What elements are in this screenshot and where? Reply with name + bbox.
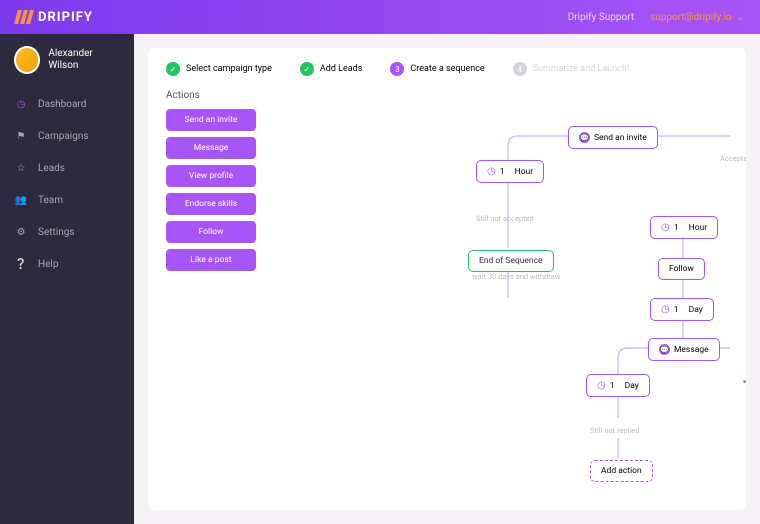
sequence-canvas: 💬Send an invite ◷1 Hour Accepted ◷1 Hour… xyxy=(328,108,730,510)
people-icon: 👥 xyxy=(14,193,28,207)
clock-icon: ◷ xyxy=(597,380,606,391)
node-delay-1-hour-left[interactable]: ◷ 1 Hour xyxy=(476,160,544,183)
delay-unit: Day xyxy=(625,381,639,391)
chat-icon: 💬 xyxy=(659,344,670,355)
node-follow[interactable]: Follow xyxy=(658,258,705,280)
sidebar-item-dashboard[interactable]: ◷ Dashboard xyxy=(0,88,134,120)
sidebar-item-label: Team xyxy=(38,195,63,206)
sidebar-item-label: Dashboard xyxy=(38,99,86,110)
support-email-text: support@dripify.io xyxy=(650,12,731,23)
star-icon: ☆ xyxy=(14,161,28,175)
node-end-of-sequence[interactable]: End of Sequence xyxy=(468,250,554,272)
support-link[interactable]: Dripify Support xyxy=(568,12,634,23)
branch-user-replied-label: ✔User Replied xyxy=(742,376,746,387)
chevron-down-icon: ⌄ xyxy=(736,12,744,23)
step-label: Select campaign type xyxy=(186,64,272,74)
flag-icon: ⚑ xyxy=(14,129,28,143)
delay-unit: Day xyxy=(689,305,703,315)
delay-unit: Hour xyxy=(515,167,533,177)
sidebar-item-help[interactable]: ❔ Help xyxy=(0,248,134,280)
node-label: Add action xyxy=(601,466,642,476)
node-add-action[interactable]: Add action xyxy=(590,460,653,482)
stepper: ✓ Select campaign type ✓ Add Leads 3 Create… xyxy=(166,62,728,76)
end-subtext: wait 30 days and withdraw xyxy=(472,272,560,281)
sidebar-item-leads[interactable]: ☆ Leads xyxy=(0,152,134,184)
action-message[interactable]: Message xyxy=(166,137,256,159)
action-endorse-skills[interactable]: Endorse skills xyxy=(166,193,256,215)
branch-not-accepted-label: Still not accepted xyxy=(476,214,534,223)
clock-icon: ◷ xyxy=(661,304,670,315)
sidebar: Alexander Wilson ◷ Dashboard ⚑ Campaigns ☆… xyxy=(0,34,134,524)
sidebar-item-team[interactable]: 👥 Team xyxy=(0,184,134,216)
logo-icon xyxy=(16,10,32,24)
step-4[interactable]: 4 Summarize and Launch! xyxy=(513,62,629,76)
topbar: DRIPIFY Dripify Support support@dripify.… xyxy=(0,0,760,34)
delay-value: 1 xyxy=(610,381,615,391)
branch-not-replied-label: Still not replied xyxy=(590,426,640,435)
sidebar-item-label: Help xyxy=(38,259,58,270)
actions-palette: Send an invite Message View profile Endo… xyxy=(166,109,256,271)
node-delay-1-day[interactable]: ◷ 1 Day xyxy=(650,298,714,321)
step-label: Add Leads xyxy=(320,64,363,74)
node-label: Message xyxy=(674,345,709,355)
node-label: Follow xyxy=(669,264,694,274)
check-icon: ✓ xyxy=(166,62,180,76)
sidebar-item-campaigns[interactable]: ⚑ Campaigns xyxy=(0,120,134,152)
step-2[interactable]: ✓ Add Leads xyxy=(300,62,363,76)
action-send-invite[interactable]: Send an invite xyxy=(166,109,256,131)
help-icon: ❔ xyxy=(14,257,28,271)
main: ✓ Select campaign type ✓ Add Leads 3 Create… xyxy=(134,34,760,524)
node-send-invite[interactable]: 💬 Send an invite xyxy=(568,126,658,149)
step-number: 4 xyxy=(513,62,527,76)
node-label: End of Sequence xyxy=(479,256,543,266)
support-email-link[interactable]: support@dripify.io ⌄ xyxy=(650,12,744,23)
sidebar-item-label: Campaigns xyxy=(38,131,89,142)
clock-icon: ◷ xyxy=(661,222,670,233)
node-delay-1-hour-right[interactable]: ◷ 1 Hour xyxy=(650,216,718,239)
sidebar-item-label: Settings xyxy=(38,227,75,238)
step-label: Create a sequence xyxy=(410,64,484,74)
actions-title: Actions xyxy=(166,90,728,101)
step-number: 3 xyxy=(390,62,404,76)
action-view-profile[interactable]: View profile xyxy=(166,165,256,187)
step-3[interactable]: 3 Create a sequence xyxy=(390,62,484,76)
clock-icon: ◷ xyxy=(487,166,496,177)
check-icon: ✔ xyxy=(742,376,746,387)
card: ✓ Select campaign type ✓ Add Leads 3 Create… xyxy=(148,48,746,510)
delay-value: 1 xyxy=(674,223,679,233)
step-label: Summarize and Launch! xyxy=(533,64,629,74)
check-icon: ✓ xyxy=(300,62,314,76)
node-delay-1-day-2[interactable]: ◷ 1 Day xyxy=(586,374,650,397)
logo: DRIPIFY xyxy=(16,10,93,25)
step-1[interactable]: ✓ Select campaign type xyxy=(166,62,272,76)
node-label: Send an invite xyxy=(594,133,647,143)
gear-icon: ⚙ xyxy=(14,225,28,239)
delay-value: 1 xyxy=(500,167,505,177)
chat-icon: 💬 xyxy=(579,132,590,143)
brand-text: DRIPIFY xyxy=(38,10,93,25)
avatar xyxy=(14,46,40,74)
clock-icon: ◷ xyxy=(14,97,28,111)
sidebar-item-settings[interactable]: ⚙ Settings xyxy=(0,216,134,248)
delay-value: 1 xyxy=(674,305,679,315)
username: Alexander Wilson xyxy=(48,48,120,72)
branch-accepted-label: Accepted xyxy=(720,154,746,163)
node-message[interactable]: 💬 Message xyxy=(648,338,720,361)
sidebar-item-label: Leads xyxy=(38,163,65,174)
delay-unit: Hour xyxy=(689,223,707,233)
action-like-post[interactable]: Like a post xyxy=(166,249,256,271)
profile[interactable]: Alexander Wilson xyxy=(0,46,134,88)
action-follow[interactable]: Follow xyxy=(166,221,256,243)
